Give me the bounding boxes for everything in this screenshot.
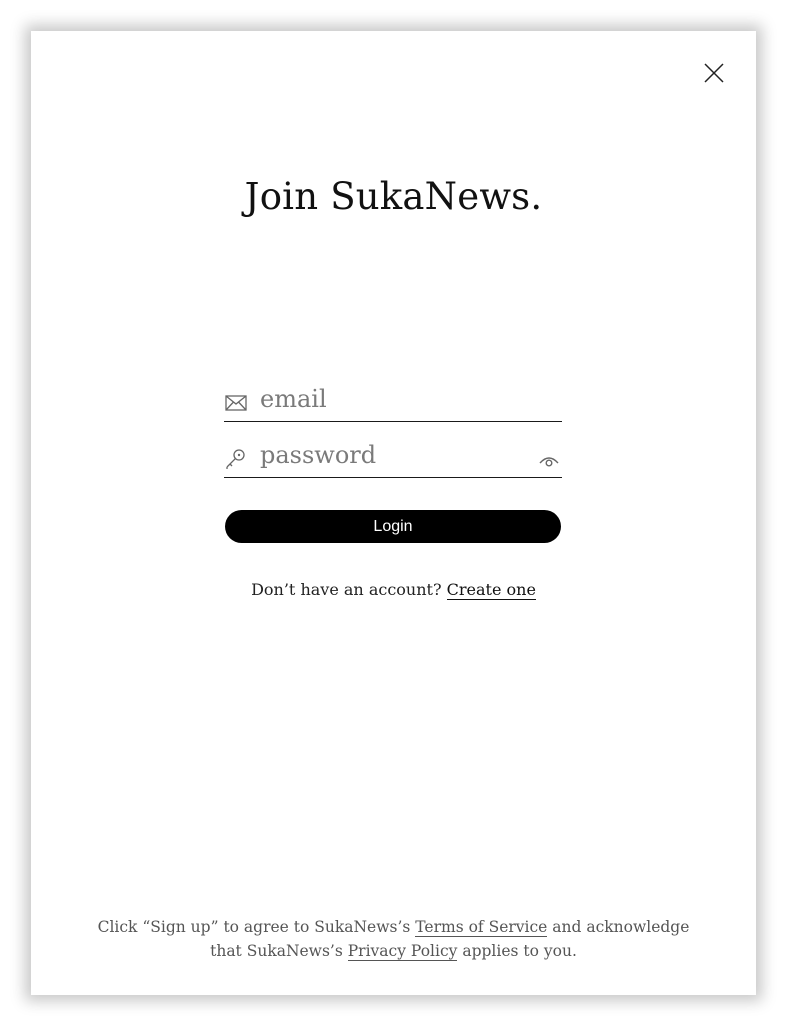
key-icon xyxy=(226,449,245,469)
signup-prompt-text: Don’t have an account? xyxy=(251,580,442,599)
eye-icon[interactable] xyxy=(538,453,560,469)
legal-text-1: Click “Sign up” to agree to SukaNews’s xyxy=(97,918,411,936)
legal-line-2: that SukaNews’s Privacy Policy applies t… xyxy=(31,939,756,963)
signup-prompt: Don’t have an account? Create one xyxy=(31,580,756,600)
modal-title: Join SukaNews. xyxy=(244,175,543,218)
legal-text-4: applies to you. xyxy=(462,942,577,960)
create-account-link[interactable]: Create one xyxy=(446,580,536,600)
password-input[interactable] xyxy=(260,436,530,474)
terms-of-service-link[interactable]: Terms of Service xyxy=(415,918,548,937)
email-field xyxy=(224,377,562,422)
legal-text-3: that SukaNews’s xyxy=(210,942,343,960)
mail-icon xyxy=(225,395,247,411)
legal-line-1: Click “Sign up” to agree to SukaNews’s T… xyxy=(31,915,756,939)
login-modal: Join SukaNews. Login Don’t have an accou… xyxy=(31,31,756,995)
email-input[interactable] xyxy=(260,380,530,418)
legal-notice: Click “Sign up” to agree to SukaNews’s T… xyxy=(31,915,756,963)
close-icon[interactable] xyxy=(702,61,726,85)
privacy-policy-link[interactable]: Privacy Policy xyxy=(347,942,458,961)
login-button[interactable]: Login xyxy=(225,510,561,543)
legal-text-2: and acknowledge xyxy=(552,918,690,936)
password-field xyxy=(224,433,562,478)
